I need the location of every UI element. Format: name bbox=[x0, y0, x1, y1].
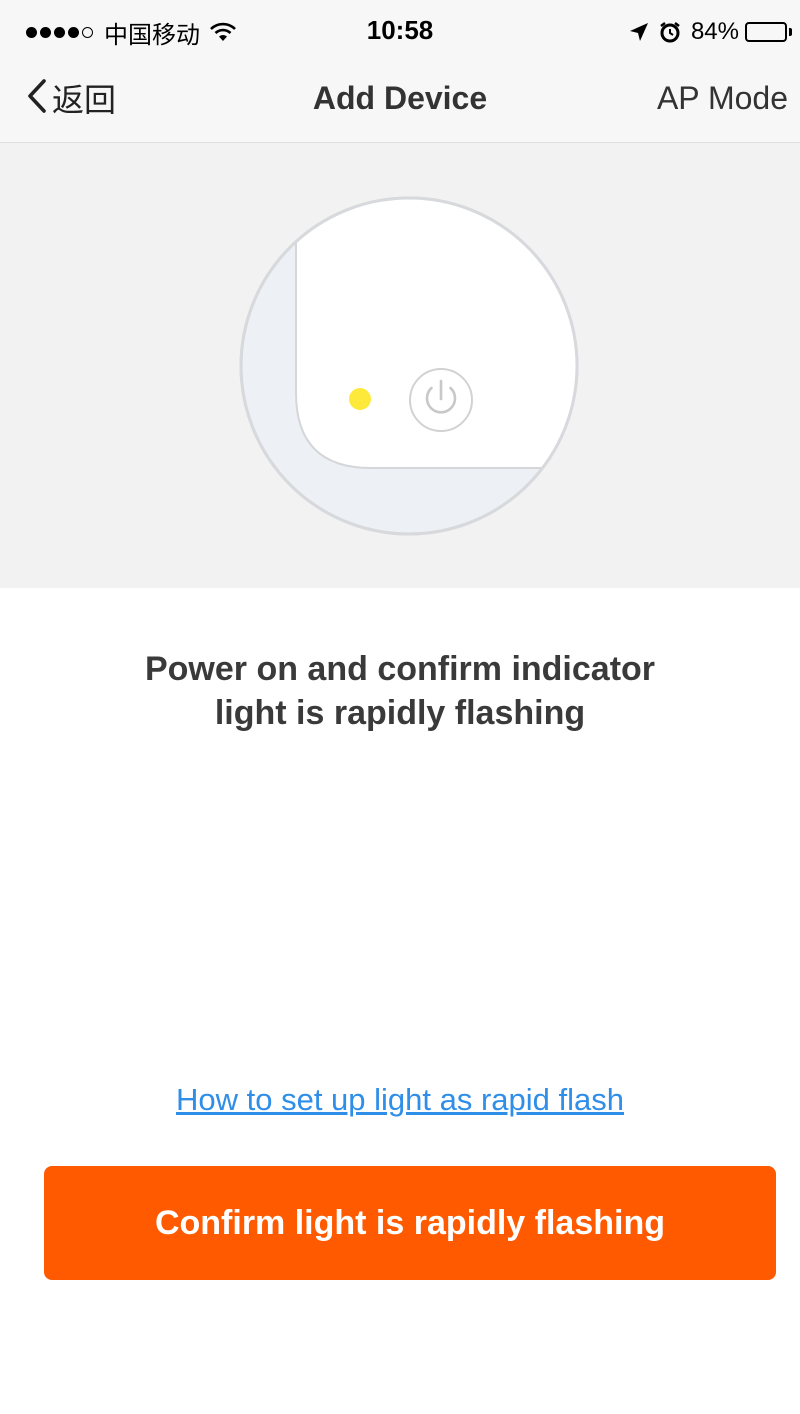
confirm-button[interactable]: Confirm light is rapidly flashing bbox=[44, 1166, 776, 1280]
device-corner-illustration bbox=[239, 196, 579, 536]
device-illustration bbox=[0, 143, 800, 588]
battery-icon bbox=[745, 22, 792, 42]
status-right: 84% bbox=[629, 14, 792, 50]
ap-mode-button[interactable]: AP Mode bbox=[657, 80, 788, 117]
alarm-clock-icon bbox=[659, 21, 681, 43]
help-link[interactable]: How to set up light as rapid flash bbox=[0, 1082, 800, 1118]
screen: 中国移动 10:58 84% 返回 Add Device AP Mode Pow… bbox=[0, 0, 800, 1414]
location-arrow-icon bbox=[629, 22, 649, 42]
power-button-icon bbox=[409, 368, 473, 432]
battery-percent: 84% bbox=[690, 18, 739, 45]
nav-bar: 返回 Add Device AP Mode bbox=[0, 62, 800, 143]
instruction-text: Power on and confirm indicator light is … bbox=[60, 647, 740, 735]
indicator-light-icon bbox=[349, 388, 371, 410]
instruction-line-1: Power on and confirm indicator bbox=[144, 650, 656, 688]
status-bar: 中国移动 10:58 84% bbox=[0, 0, 800, 62]
instruction-line-2: light is rapidly flashing bbox=[214, 694, 586, 732]
